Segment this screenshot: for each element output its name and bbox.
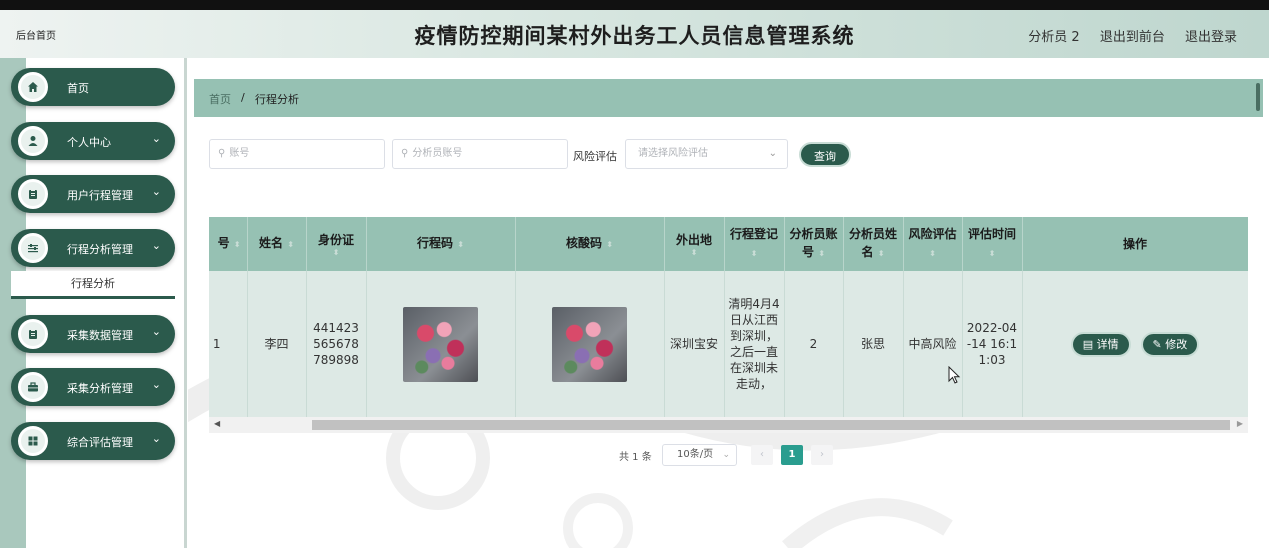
analyst-search-input[interactable]: ⚲ 分析员账号: [392, 139, 568, 169]
scroll-right-arrow-icon[interactable]: ▶: [1237, 419, 1243, 428]
horizontal-scrollbar[interactable]: ◀ ▶: [209, 417, 1248, 433]
column-header-index[interactable]: 号 ⬍: [209, 217, 248, 271]
sidebar-item-home[interactable]: 首页: [11, 68, 175, 106]
page-size-select[interactable]: 10条/页 ⌄: [662, 444, 737, 466]
column-header-travel-record[interactable]: 行程登记 ⬍: [724, 217, 785, 271]
breadcrumb-current: 行程分析: [255, 93, 299, 106]
cell-travel-record: 清明4月4日从江西到深圳，之后一直在深圳未走动，: [724, 271, 785, 417]
chevron-down-icon: ⌄: [151, 325, 161, 338]
risk-filter-label: 风险评估: [573, 150, 617, 163]
sidebar: 首页 个人中心 ⌄ 用户行程管理 ⌄ 行程分析管理 ⌄ 行程分析 采集数据管理 …: [0, 58, 188, 548]
clipboard-icon: [18, 319, 48, 349]
app-header: 后台首页 疫情防控期间某村外出务工人员信息管理系统 分析员 2 退出到前台 退出…: [0, 10, 1269, 58]
cell-trip-code: [366, 271, 516, 417]
search-icon: ⚲: [218, 148, 226, 159]
column-header-risk[interactable]: 风险评估 ⬍: [903, 217, 963, 271]
column-header-nucleic-code[interactable]: 核酸码 ⬍: [515, 217, 665, 271]
sidebar-item-label: 采集数据管理: [67, 329, 133, 342]
data-table: 号 ⬍ 姓名 ⬍ 身份证 ⬍ 行程码 ⬍ 核酸码 ⬍ 外出地 ⬍ 行程登记 ⬍ 分析…: [209, 217, 1248, 417]
logout-link[interactable]: 退出登录: [1185, 30, 1237, 45]
page-size-value: 10条/页: [677, 449, 714, 460]
column-header-id-card[interactable]: 身份证 ⬍: [306, 217, 367, 271]
sidebar-divider: [184, 58, 187, 548]
query-button[interactable]: 查询: [799, 142, 851, 167]
page-number-button[interactable]: 1: [781, 445, 803, 465]
column-header-analyst-name[interactable]: 分析员姓名 ⬍: [843, 217, 904, 271]
clipboard-icon: [18, 179, 48, 209]
column-header-actions: 操作: [1022, 217, 1248, 271]
trip-code-image[interactable]: [403, 306, 478, 382]
horizontal-scroll-thumb[interactable]: [312, 420, 1230, 430]
chevron-down-icon: ⌄: [151, 132, 161, 145]
column-header-name[interactable]: 姓名 ⬍: [247, 217, 307, 271]
table-row: 1 李四 441423565678789898 深圳宝安 清明4月4日从江西到深…: [209, 271, 1248, 417]
cell-analyst-account: 2: [784, 271, 844, 417]
prev-page-button[interactable]: ‹: [751, 445, 773, 465]
document-icon: ▤: [1082, 337, 1094, 351]
sidebar-subitem-trip-analysis[interactable]: 行程分析: [11, 271, 175, 299]
column-header-destination[interactable]: 外出地 ⬍: [664, 217, 725, 271]
vertical-scroll-thumb[interactable]: [1256, 83, 1260, 111]
sidebar-item-trip-analysis[interactable]: 行程分析管理 ⌄: [11, 229, 175, 267]
search-icon: ⚲: [401, 148, 409, 159]
cell-destination: 深圳宝安: [664, 271, 725, 417]
sidebar-item-collect-analysis[interactable]: 采集分析管理 ⌄: [11, 368, 175, 406]
sidebar-item-label: 采集分析管理: [67, 382, 133, 395]
cell-eval-time: 2022-04-14 16:11:03: [962, 271, 1023, 417]
detail-button[interactable]: ▤ 详情: [1070, 331, 1131, 357]
chevron-down-icon: ⌄: [151, 432, 161, 445]
edit-button[interactable]: ✎ 修改: [1140, 331, 1200, 357]
cell-index: 1: [209, 271, 248, 417]
grid-icon: [18, 426, 48, 456]
risk-select[interactable]: 请选择风险评估 ⌄: [625, 139, 788, 169]
header-user-area: 分析员 2 退出到前台 退出登录: [1012, 26, 1237, 45]
current-user-label: 分析员 2: [1028, 30, 1080, 45]
next-page-button[interactable]: ›: [811, 445, 833, 465]
cell-name: 李四: [247, 271, 307, 417]
breadcrumb-separator: /: [241, 91, 245, 104]
cell-actions: ▤ 详情 ✎ 修改: [1022, 271, 1248, 417]
sidebar-item-user-trip[interactable]: 用户行程管理 ⌄: [11, 175, 175, 213]
window-top-bar: [0, 0, 1269, 10]
briefcase-icon: [18, 372, 48, 402]
sidebar-item-personal-center[interactable]: 个人中心 ⌄: [11, 122, 175, 160]
nucleic-code-image[interactable]: [552, 306, 627, 382]
home-icon: [18, 72, 48, 102]
chevron-down-icon: ⌄: [151, 239, 161, 252]
chevron-down-icon: ⌄: [768, 148, 777, 159]
breadcrumb: 首页 / 行程分析: [194, 79, 1263, 117]
mouse-cursor-icon: [948, 366, 961, 384]
sidebar-item-label: 综合评估管理: [67, 436, 133, 449]
cell-analyst-name: 张思: [843, 271, 904, 417]
scroll-left-arrow-icon[interactable]: ◀: [214, 419, 220, 428]
main-content: 首页 / 行程分析 ⚲ 账号 ⚲ 分析员账号 风险评估 请选择风险评估 ⌄ 查询 号…: [188, 58, 1269, 548]
table-header-row: 号 ⬍ 姓名 ⬍ 身份证 ⬍ 行程码 ⬍ 核酸码 ⬍ 外出地 ⬍ 行程登记 ⬍ 分析…: [209, 217, 1248, 271]
sliders-icon: [18, 233, 48, 263]
column-header-trip-code[interactable]: 行程码 ⬍: [366, 217, 516, 271]
cell-risk: 中高风险: [903, 271, 963, 417]
cell-id-card: 441423565678789898: [306, 271, 367, 417]
sidebar-item-overall-eval[interactable]: 综合评估管理 ⌄: [11, 422, 175, 460]
exit-to-front-link[interactable]: 退出到前台: [1100, 30, 1165, 45]
sidebar-item-label: 首页: [67, 82, 89, 95]
pencil-icon: ✎: [1152, 337, 1162, 351]
analyst-placeholder: 分析员账号: [412, 148, 463, 159]
column-header-analyst-account[interactable]: 分析员账号 ⬍: [784, 217, 844, 271]
chevron-down-icon: ⌄: [722, 450, 730, 460]
account-placeholder: 账号: [229, 148, 250, 159]
sidebar-item-collect-data[interactable]: 采集数据管理 ⌄: [11, 315, 175, 353]
chevron-down-icon: ⌄: [151, 378, 161, 391]
sidebar-item-label: 行程分析管理: [67, 243, 133, 256]
pagination-total: 共 1 条: [619, 452, 652, 463]
user-icon: [18, 126, 48, 156]
sidebar-item-label: 用户行程管理: [67, 189, 133, 202]
breadcrumb-home[interactable]: 首页: [209, 91, 231, 107]
account-search-input[interactable]: ⚲ 账号: [209, 139, 385, 169]
column-header-eval-time[interactable]: 评估时间 ⬍: [962, 217, 1023, 271]
sidebar-item-label: 个人中心: [67, 136, 111, 149]
risk-select-placeholder: 请选择风险评估: [638, 148, 708, 159]
cell-nucleic-code: [515, 271, 665, 417]
chevron-down-icon: ⌄: [151, 185, 161, 198]
